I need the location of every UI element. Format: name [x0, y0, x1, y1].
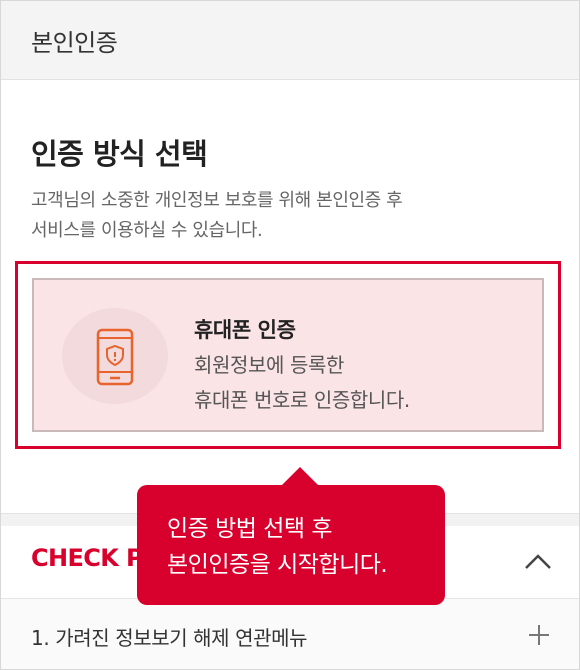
page-header: 본인인증	[1, 1, 579, 80]
description-line-1: 고객님의 소중한 개인정보 보호를 위해 본인인증 후	[31, 190, 403, 211]
chevron-up-icon[interactable]	[523, 550, 553, 574]
section-description: 고객님의 소중한 개인정보 보호를 위해 본인인증 후 서비스를 이용하실 수 …	[31, 186, 531, 246]
section-title: 인증 방식 선택	[31, 137, 208, 171]
check-point-title: CHECK P	[31, 544, 144, 572]
description-line-2: 서비스를 이용하실 수 있습니다.	[31, 220, 263, 241]
phone-auth-description: 회원정보에 등록한 휴대폰 번호로 인증합니다.	[194, 348, 514, 418]
phone-auth-title: 휴대폰 인증	[194, 318, 296, 342]
accordion-item-label: 1. 가려진 정보보기 해제 연관메뉴	[31, 626, 308, 650]
page-title: 본인인증	[31, 29, 118, 57]
phone-icon-circle	[62, 308, 168, 404]
phone-auth-option[interactable]: 휴대폰 인증 회원정보에 등록한 휴대폰 번호로 인증합니다.	[32, 278, 544, 432]
plus-icon[interactable]	[527, 623, 551, 647]
tooltip-arrow	[282, 467, 318, 485]
page-frame: 본인인증 인증 방식 선택 고객님의 소중한 개인정보 보호를 위해 본인인증 …	[0, 0, 580, 670]
phone-auth-desc-line-1: 회원정보에 등록한	[194, 353, 344, 377]
guide-tooltip: 인증 방법 선택 후 본인인증을 시작합니다.	[137, 467, 445, 605]
accordion-item[interactable]: 1. 가려진 정보보기 해제 연관메뉴	[1, 599, 579, 669]
tooltip-line-1: 인증 방법 선택 후	[167, 516, 333, 542]
phone-auth-desc-line-2: 휴대폰 번호로 인증합니다.	[194, 388, 410, 412]
tooltip-text: 인증 방법 선택 후 본인인증을 시작합니다.	[167, 511, 445, 583]
phone-shield-icon	[96, 328, 134, 386]
tooltip-line-2: 본인인증을 시작합니다.	[167, 552, 388, 578]
phone-auth-highlight: 휴대폰 인증 회원정보에 등록한 휴대폰 번호로 인증합니다.	[15, 261, 561, 449]
